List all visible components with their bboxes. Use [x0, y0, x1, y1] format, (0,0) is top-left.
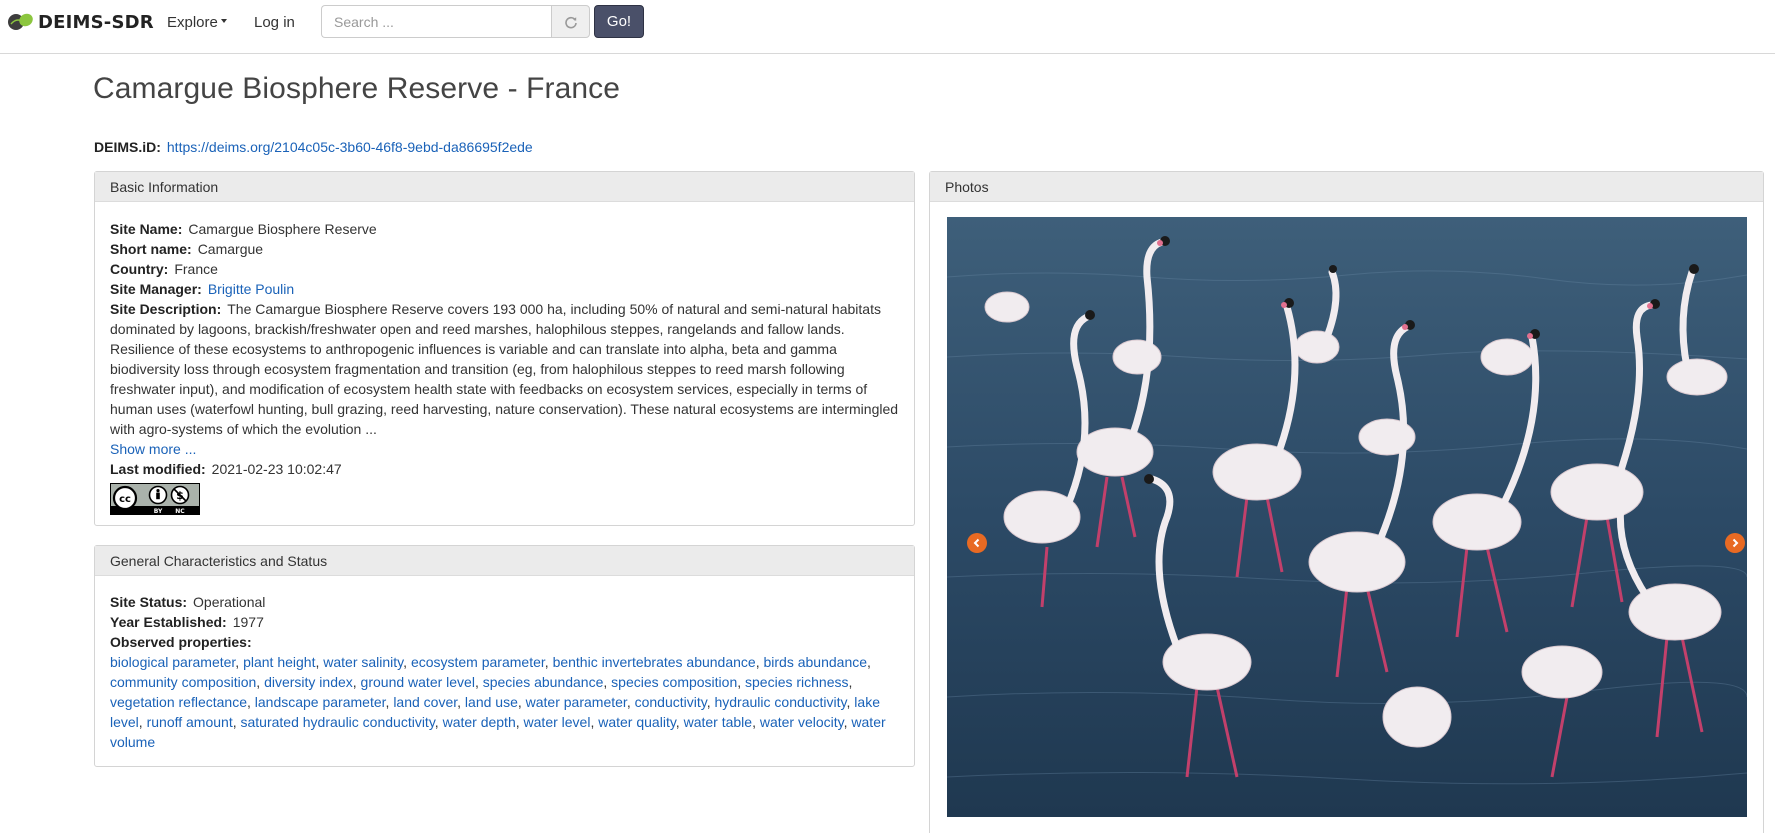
observed-property-link[interactable]: water quality: [598, 714, 676, 730]
photos-heading: Photos: [930, 172, 1763, 202]
observed-property-link[interactable]: community composition: [110, 674, 256, 690]
page-title: Camargue Biosphere Reserve - France: [93, 72, 621, 105]
refresh-icon: [564, 16, 577, 28]
carousel-next-button[interactable]: [1725, 533, 1745, 553]
carousel-prev-button[interactable]: [967, 533, 987, 553]
chevron-left-icon: [973, 538, 980, 548]
top-navbar: DEIMS-SDR Explore Log in Go!: [0, 0, 1775, 54]
site-status-label: Site Status:: [110, 594, 188, 610]
basic-information-heading: Basic Information: [95, 172, 914, 202]
site-status-value: Operational: [193, 594, 266, 610]
site-description-label: Site Description:: [110, 301, 222, 317]
caret-down-icon: [220, 19, 227, 24]
observed-property-link[interactable]: runoff amount: [147, 714, 233, 730]
observed-property-link[interactable]: species richness: [745, 674, 849, 690]
observed-property-link[interactable]: water salinity: [323, 654, 403, 670]
photo-carousel[interactable]: [947, 217, 1747, 817]
general-characteristics-heading: General Characteristics and Status: [95, 546, 914, 576]
observed-property-link[interactable]: conductivity: [635, 694, 707, 710]
observed-property-link[interactable]: land use: [465, 694, 518, 710]
photos-panel: Photos: [929, 171, 1764, 833]
observed-property-link[interactable]: water parameter: [526, 694, 627, 710]
observed-property-link[interactable]: water velocity: [760, 714, 844, 730]
site-name-label: Site Name:: [110, 221, 183, 237]
observed-properties-row: Observed properties:: [110, 632, 899, 652]
cc-by-nc-license-icon[interactable]: cc $ BY NC: [110, 483, 200, 515]
observed-property-link[interactable]: ecosystem parameter: [411, 654, 545, 670]
chevron-right-icon: [1732, 538, 1739, 548]
observed-property-link[interactable]: landscape parameter: [255, 694, 386, 710]
site-manager-row: Site Manager: Brigitte Poulin: [110, 279, 899, 299]
site-manager-label: Site Manager:: [110, 281, 202, 297]
deims-id-link[interactable]: https://deims.org/2104c05c-3b60-46f8-9eb…: [167, 139, 533, 155]
country-value: France: [174, 261, 218, 277]
observed-property-link[interactable]: diversity index: [264, 674, 353, 690]
observed-property-link[interactable]: saturated hydraulic conductivity: [241, 714, 435, 730]
deims-id-label: DEIMS.iD:: [94, 139, 161, 155]
license-by-text: BY: [154, 508, 163, 515]
observed-property-link[interactable]: species composition: [611, 674, 737, 690]
short-name-label: Short name:: [110, 241, 192, 257]
brand-link[interactable]: DEIMS-SDR: [7, 10, 154, 34]
show-more-link[interactable]: Show more ...: [110, 441, 196, 457]
license-nc-text: NC: [175, 508, 185, 515]
observed-property-link[interactable]: hydraulic conductivity: [714, 694, 846, 710]
site-description-row: Site Description: The Camargue Biosphere …: [110, 299, 899, 439]
observed-properties-list: biological parameter, plant height, wate…: [110, 654, 886, 750]
nav-explore-dropdown[interactable]: Explore: [167, 13, 227, 33]
observed-properties-label: Observed properties:: [110, 634, 252, 650]
deims-logo-icon: [8, 13, 33, 30]
brand-text: DEIMS-SDR: [38, 11, 154, 33]
observed-property-link[interactable]: ground water level: [361, 674, 475, 690]
observed-property-link[interactable]: water level: [524, 714, 591, 730]
site-name-row: Site Name: Camargue Biosphere Reserve: [110, 219, 899, 239]
observed-property-link[interactable]: water depth: [443, 714, 516, 730]
last-modified-value: 2021-02-23 10:02:47: [211, 461, 342, 477]
search-reset-button[interactable]: [551, 5, 590, 38]
observed-property-link[interactable]: plant height: [243, 654, 315, 670]
search-input[interactable]: [321, 5, 551, 38]
site-name-value: Camargue Biosphere Reserve: [188, 221, 377, 237]
observed-property-link[interactable]: vegetation reflectance: [110, 694, 247, 710]
observed-property-link[interactable]: birds abundance: [764, 654, 868, 670]
site-description-text: The Camargue Biosphere Reserve covers 19…: [110, 301, 899, 437]
country-label: Country:: [110, 261, 169, 277]
observed-property-link[interactable]: biological parameter: [110, 654, 235, 670]
short-name-row: Short name: Camargue: [110, 239, 899, 259]
year-established-label: Year Established:: [110, 614, 227, 630]
site-manager-link[interactable]: Brigitte Poulin: [208, 281, 294, 297]
year-established-row: Year Established: 1977: [110, 612, 899, 632]
country-row: Country: France: [110, 259, 899, 279]
basic-information-panel: Basic Information Site Name: Camargue Bio…: [94, 171, 915, 526]
svg-text:cc: cc: [119, 494, 131, 505]
year-established-value: 1977: [232, 614, 264, 630]
site-status-row: Site Status: Operational: [110, 592, 899, 612]
search-go-button[interactable]: Go!: [594, 5, 644, 38]
general-characteristics-panel: General Characteristics and Status Site …: [94, 545, 915, 767]
observed-property-link[interactable]: water table: [684, 714, 752, 730]
last-modified-label: Last modified:: [110, 461, 206, 477]
short-name-value: Camargue: [197, 241, 264, 257]
last-modified-row: Last modified: 2021-02-23 10:02:47: [110, 459, 899, 479]
flamingos-photo: [947, 217, 1747, 817]
observed-property-link[interactable]: benthic invertebrates abundance: [553, 654, 756, 670]
nav-explore-label: Explore: [167, 14, 218, 31]
deims-id-row: DEIMS.iD: https://deims.org/2104c05c-3b60…: [94, 139, 533, 155]
observed-property-link[interactable]: species abundance: [483, 674, 604, 690]
nav-login-link[interactable]: Log in: [254, 13, 295, 33]
observed-property-link[interactable]: land cover: [393, 694, 457, 710]
